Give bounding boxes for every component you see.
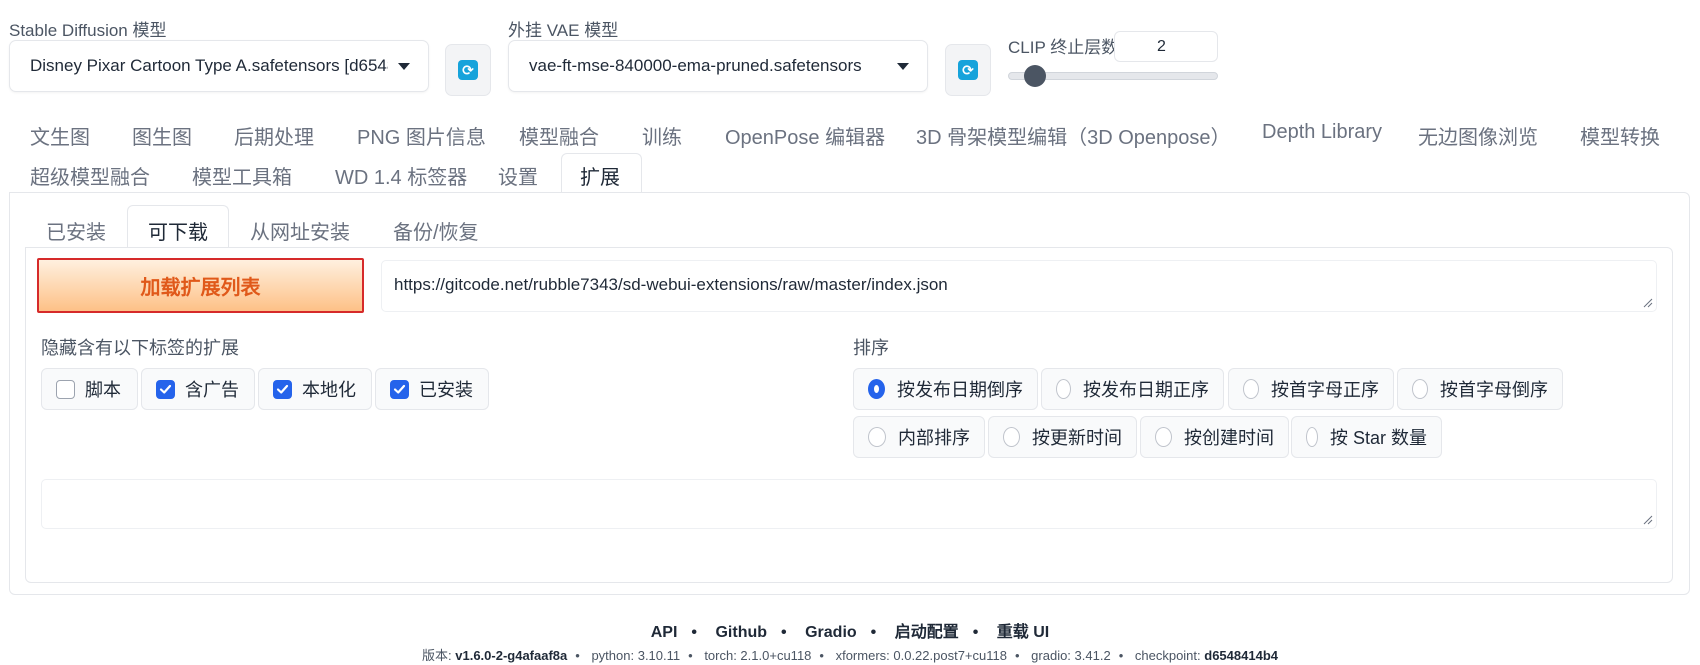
clip-skip-slider-thumb[interactable] (1023, 65, 1046, 87)
resize-handle-icon[interactable] (1643, 298, 1653, 308)
tab-extras[interactable]: 后期处理 (234, 121, 314, 150)
sort-z-a-radio[interactable]: 按首字母倒序 (1397, 368, 1563, 410)
sort-oldest-first-radio[interactable]: 按发布日期正序 (1041, 368, 1224, 410)
sd-model-label: Stable Diffusion 模型 (9, 21, 167, 40)
radio-icon (1306, 427, 1318, 447)
vae-label: 外挂 VAE 模型 (508, 21, 619, 40)
radio-label: 按创建时间 (1184, 428, 1274, 448)
tab-model-toolkit[interactable]: 模型工具箱 (192, 161, 292, 190)
chevron-down-icon (897, 62, 909, 70)
tab-3d-openpose[interactable]: 3D 骨架模型编辑（3D Openpose） (916, 121, 1231, 150)
tab-img2img[interactable]: 图生图 (132, 121, 192, 150)
tab-depth-library[interactable]: Depth Library (1262, 121, 1382, 144)
tab-wd14-tagger[interactable]: WD 1.4 标签器 (335, 161, 467, 190)
sd-model-dropdown[interactable]: Disney Pixar Cartoon Type A.safetensors … (9, 40, 429, 92)
radio-label: 按发布日期正序 (1083, 380, 1209, 400)
hide-tag-script-checkbox[interactable]: 脚本 (41, 368, 138, 410)
sort-create-time-radio[interactable]: 按创建时间 (1140, 416, 1289, 458)
radio-label: 按更新时间 (1032, 428, 1122, 448)
sort-label: 排序 (853, 338, 889, 358)
xformers-version: xformers: 0.0.22.post7+cu118 (835, 648, 1007, 663)
checkbox-icon (56, 379, 75, 399)
torch-version: torch: 2.1.0+cu118 (704, 648, 812, 663)
sd-model-value: Disney Pixar Cartoon Type A.safetensors … (30, 56, 388, 75)
tab-model-converter[interactable]: 模型转换 (1580, 121, 1660, 150)
clip-skip-input[interactable]: 2 (1114, 31, 1218, 62)
radio-icon (1243, 379, 1259, 399)
radio-icon (868, 427, 886, 447)
vae-dropdown[interactable]: vae-ft-mse-840000-ema-pruned.safetensors (508, 40, 928, 92)
checkbox-icon (156, 379, 175, 399)
radio-icon (1056, 379, 1071, 399)
subtab-available[interactable]: 可下载 (148, 216, 208, 245)
hide-tag-localization-checkbox[interactable]: 本地化 (258, 368, 372, 410)
hide-tags-label: 隐藏含有以下标签的扩展 (41, 338, 239, 358)
tab-openpose-editor[interactable]: OpenPose 编辑器 (725, 121, 885, 150)
checkbox-icon (273, 379, 292, 399)
footer-links: API • Github • Gradio • 启动配置 • 重载 UI (0, 618, 1700, 642)
footer-link-startup-profile[interactable]: 启动配置 (895, 624, 959, 641)
sort-stars-radio[interactable]: 按 Star 数量 (1291, 416, 1442, 458)
radio-label: 按首字母正序 (1271, 380, 1379, 400)
tab-extensions[interactable]: 扩展 (580, 161, 620, 190)
radio-label: 按 Star 数量 (1329, 428, 1427, 448)
extension-index-url-input[interactable]: https://gitcode.net/rubble7343/sd-webui-… (381, 260, 1657, 312)
radio-label: 按首字母倒序 (1440, 380, 1548, 400)
radio-icon (1412, 379, 1428, 399)
subtab-install-from-url[interactable]: 从网址安装 (250, 216, 350, 245)
hide-tag-ads-checkbox[interactable]: 含广告 (141, 368, 255, 410)
checkpoint-label: checkpoint: (1134, 648, 1201, 663)
checkbox-label: 已安装 (419, 380, 473, 400)
vae-value: vae-ft-mse-840000-ema-pruned.safetensors (529, 56, 862, 75)
subtab-installed[interactable]: 已安装 (46, 216, 106, 245)
python-version: python: 3.10.11 (591, 648, 681, 663)
footer-link-github[interactable]: Github (715, 624, 767, 641)
tab-txt2img[interactable]: 文生图 (30, 121, 90, 150)
footer-separator: • (972, 624, 979, 641)
footer-separator: • (870, 624, 877, 641)
checkbox-label: 脚本 (85, 380, 121, 400)
radio-icon (1155, 427, 1172, 447)
refresh-icon: ⟳ (958, 60, 978, 80)
tab-train[interactable]: 训练 (642, 121, 682, 150)
sort-a-z-radio[interactable]: 按首字母正序 (1228, 368, 1394, 410)
checkpoint-value: d6548414b4 (1204, 648, 1278, 663)
load-extension-list-button[interactable]: 加载扩展列表 (37, 258, 364, 313)
tab-checkpoint-merger[interactable]: 模型融合 (519, 121, 599, 150)
hide-tag-installed-checkbox[interactable]: 已安装 (375, 368, 489, 410)
vae-refresh-button[interactable]: ⟳ (945, 44, 991, 96)
extension-index-url-value: https://gitcode.net/rubble7343/sd-webui-… (394, 275, 948, 294)
version-value: v1.6.0-2-g4afaaf8a (455, 648, 568, 663)
checkbox-label: 本地化 (302, 380, 356, 400)
extensions-list-output[interactable] (41, 479, 1657, 529)
tab-supermerger[interactable]: 超级模型融合 (30, 161, 150, 190)
clip-skip-label: CLIP 终止层数 (1008, 38, 1119, 57)
footer-separator: • (691, 624, 698, 641)
radio-label: 按发布日期倒序 (897, 380, 1023, 400)
subtab-backup-restore[interactable]: 备份/恢复 (393, 216, 479, 245)
radio-icon (1003, 427, 1020, 447)
footer-separator: • (781, 624, 787, 641)
footer-version-info: 版本: v1.6.0-2-g4afaaf8a • python: 3.10.11 •… (422, 648, 1278, 663)
gradio-version: gradio: 3.41.2 (1031, 648, 1111, 663)
tab-png-info[interactable]: PNG 图片信息 (357, 121, 486, 150)
chevron-down-icon (398, 62, 410, 70)
tab-infinite-image-browsing[interactable]: 无边图像浏览 (1418, 121, 1538, 150)
tab-settings[interactable]: 设置 (498, 161, 538, 190)
refresh-icon: ⟳ (458, 60, 478, 80)
footer-link-reload-ui[interactable]: 重载 UI (997, 624, 1049, 641)
version-label: 版本: (422, 648, 452, 663)
sort-newest-first-radio[interactable]: 按发布日期倒序 (853, 368, 1038, 410)
resize-handle-icon[interactable] (1643, 515, 1653, 525)
radio-label: 内部排序 (898, 428, 970, 448)
sd-model-refresh-button[interactable]: ⟳ (445, 44, 491, 96)
sort-update-time-radio[interactable]: 按更新时间 (988, 416, 1137, 458)
checkbox-icon (390, 379, 409, 399)
footer-link-api[interactable]: API (651, 624, 678, 641)
sort-internal-radio[interactable]: 内部排序 (853, 416, 985, 458)
checkbox-label: 含广告 (185, 380, 239, 400)
radio-icon (868, 379, 885, 399)
footer-link-gradio[interactable]: Gradio (805, 624, 857, 641)
